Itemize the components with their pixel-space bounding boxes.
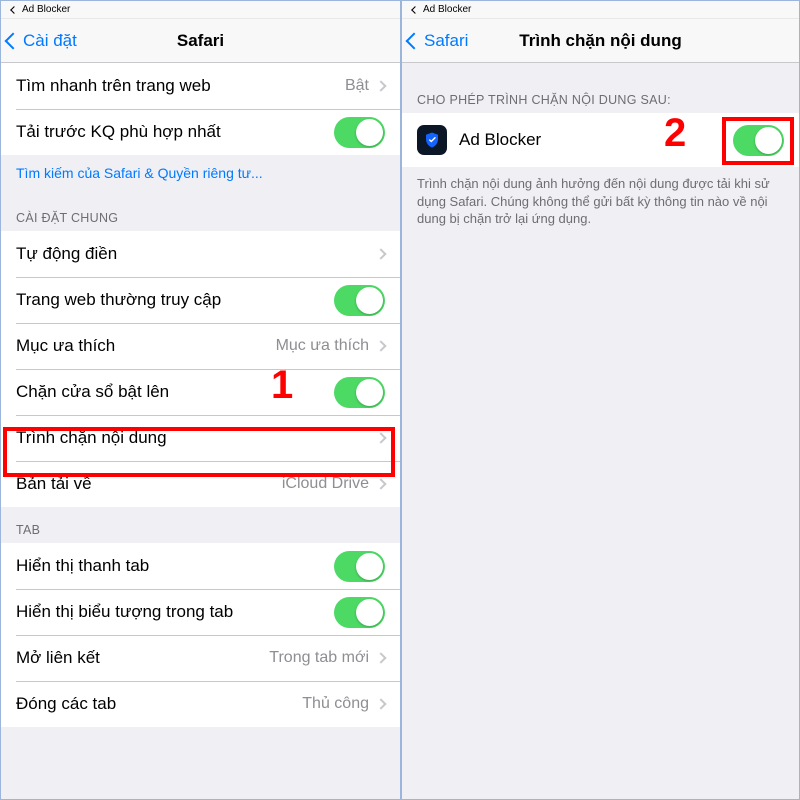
row-preload-tophit[interactable]: Tải trước KQ phù hợp nhất bbox=[1, 109, 400, 155]
row-label: Mở liên kết bbox=[16, 648, 100, 668]
status-back-chevron-icon bbox=[10, 6, 18, 14]
row-value: Thủ công bbox=[302, 695, 385, 713]
row-label: Ad Blocker bbox=[459, 130, 541, 150]
nav-bar: Safari Trình chặn nội dung bbox=[402, 19, 799, 63]
toggle-on[interactable] bbox=[334, 377, 385, 408]
row-value: iCloud Drive bbox=[282, 475, 385, 493]
page-title: Safari bbox=[177, 31, 224, 51]
section-header-allow: CHO PHÉP TRÌNH CHẶN NỘI DUNG SAU: bbox=[402, 63, 799, 113]
row-close-tabs[interactable]: Đóng các tab Thủ công bbox=[1, 681, 400, 727]
status-back-chevron-icon bbox=[411, 6, 419, 14]
annotation-number-2: 2 bbox=[664, 111, 686, 156]
row-label: Chặn cửa sổ bật lên bbox=[16, 382, 169, 402]
row-label: Tải trước KQ phù hợp nhất bbox=[16, 122, 221, 142]
status-app-name: Ad Blocker bbox=[423, 4, 471, 15]
status-app-name: Ad Blocker bbox=[22, 4, 70, 15]
section-footer: Trình chặn nội dung ảnh hưởng đến nội du… bbox=[402, 167, 799, 228]
chevron-right-icon bbox=[375, 340, 386, 351]
row-label: Đóng các tab bbox=[16, 694, 116, 714]
nav-bar: Cài đặt Safari bbox=[1, 19, 400, 63]
row-show-tab-bar[interactable]: Hiển thị thanh tab bbox=[1, 543, 400, 589]
row-value: Mục ưa thích bbox=[276, 337, 385, 355]
toggle-on[interactable] bbox=[334, 597, 385, 628]
toggle-on[interactable] bbox=[334, 117, 385, 148]
status-bar: Ad Blocker bbox=[1, 1, 400, 19]
chevron-right-icon bbox=[375, 248, 386, 259]
left-screenshot: Ad Blocker Cài đặt Safari Tìm nhanh trên… bbox=[1, 1, 400, 799]
chevron-right-icon bbox=[375, 698, 386, 709]
back-button[interactable]: Cài đặt bbox=[7, 31, 77, 51]
row-show-tab-icons[interactable]: Hiển thị biểu tượng trong tab bbox=[1, 589, 400, 635]
row-block-popups[interactable]: Chặn cửa sổ bật lên bbox=[1, 369, 400, 415]
toggle-on[interactable] bbox=[334, 551, 385, 582]
row-label: Hiển thị biểu tượng trong tab bbox=[16, 602, 233, 622]
row-label: Trang web thường truy cập bbox=[16, 290, 221, 310]
row-value bbox=[377, 250, 385, 258]
row-value bbox=[377, 434, 385, 442]
row-content-blockers[interactable]: Trình chặn nội dung bbox=[1, 415, 400, 461]
row-label: Tự động điền bbox=[16, 244, 117, 264]
back-label: Cài đặt bbox=[23, 31, 77, 51]
row-quick-search[interactable]: Tìm nhanh trên trang web Bật bbox=[1, 63, 400, 109]
chevron-left-icon bbox=[5, 32, 22, 49]
chevron-right-icon bbox=[375, 478, 386, 489]
row-label: Hiển thị thanh tab bbox=[16, 556, 149, 576]
row-autofill[interactable]: Tự động điền bbox=[1, 231, 400, 277]
safari-privacy-hint[interactable]: Tìm kiếm của Safari & Quyền riêng tư... bbox=[1, 155, 400, 195]
row-downloads[interactable]: Bản tải về iCloud Drive bbox=[1, 461, 400, 507]
row-frequently-visited[interactable]: Trang web thường truy cập bbox=[1, 277, 400, 323]
right-screenshot: Ad Blocker Safari Trình chặn nội dung CH… bbox=[400, 1, 799, 799]
chevron-right-icon bbox=[375, 80, 386, 91]
annotation-number-1: 1 bbox=[271, 363, 293, 408]
row-label: Trình chặn nội dung bbox=[16, 428, 167, 448]
section-header-general: CÀI ĐẶT CHUNG bbox=[1, 195, 400, 231]
toggle-ad-blocker[interactable] bbox=[733, 125, 784, 156]
status-bar: Ad Blocker bbox=[402, 1, 799, 19]
chevron-right-icon bbox=[375, 652, 386, 663]
chevron-right-icon bbox=[375, 432, 386, 443]
back-button[interactable]: Safari bbox=[408, 31, 468, 51]
ad-blocker-app-icon bbox=[417, 125, 447, 155]
chevron-left-icon bbox=[406, 32, 423, 49]
page-title: Trình chặn nội dung bbox=[519, 31, 681, 51]
row-value: Bật bbox=[345, 77, 385, 95]
row-value: Trong tab mới bbox=[269, 649, 385, 667]
row-label: Mục ưa thích bbox=[16, 336, 115, 356]
row-open-links[interactable]: Mở liên kết Trong tab mới bbox=[1, 635, 400, 681]
row-label: Bản tải về bbox=[16, 474, 92, 494]
row-ad-blocker[interactable]: Ad Blocker bbox=[402, 113, 799, 167]
section-header-tab: TAB bbox=[1, 507, 400, 543]
shield-check-icon bbox=[423, 131, 441, 149]
row-label: Tìm nhanh trên trang web bbox=[16, 76, 211, 96]
back-label: Safari bbox=[424, 31, 468, 51]
row-favorites[interactable]: Mục ưa thích Mục ưa thích bbox=[1, 323, 400, 369]
toggle-on[interactable] bbox=[334, 285, 385, 316]
